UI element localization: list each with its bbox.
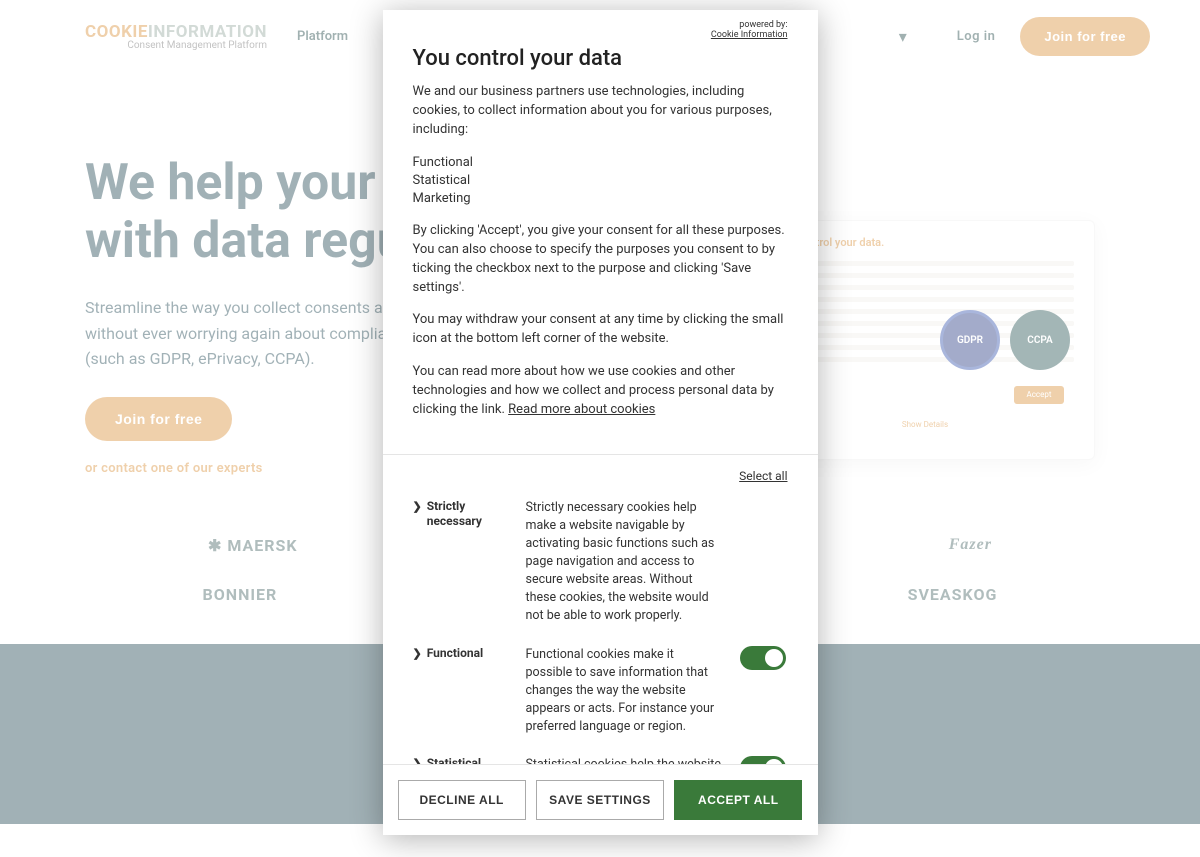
category-desc: Statistical cookies help the website own…: [526, 756, 722, 764]
category-functional: ❯Functional Functional cookies make it p…: [383, 636, 818, 747]
select-all-link[interactable]: Select all: [383, 455, 818, 489]
category-toggle-expand[interactable]: ❯Statistical: [413, 756, 508, 764]
category-desc: Strictly necessary cookies help make a w…: [526, 499, 722, 626]
chevron-right-icon: ❯: [413, 647, 422, 661]
powered-by: powered by: Cookie Information: [383, 10, 818, 46]
accept-notice: By clicking 'Accept', you give your cons…: [413, 222, 788, 297]
withdraw-notice: You may withdraw your consent at any tim…: [413, 311, 788, 349]
category-strictly-necessary: ❯Strictly necessary Strictly necessary c…: [383, 489, 818, 636]
modal-overlay: powered by: Cookie Information You contr…: [0, 0, 1200, 857]
statistical-toggle[interactable]: [740, 756, 786, 764]
chevron-right-icon: ❯: [413, 757, 422, 764]
read-more-notice: You can read more about how we use cooki…: [413, 363, 788, 420]
category-toggle-expand[interactable]: ❯Strictly necessary: [413, 499, 508, 626]
category-desc: Functional cookies make it possible to s…: [526, 646, 722, 737]
consent-modal: powered by: Cookie Information You contr…: [383, 10, 818, 835]
chevron-right-icon: ❯: [413, 500, 422, 514]
decline-all-button[interactable]: DECLINE ALL: [398, 780, 526, 820]
modal-footer: DECLINE ALL SAVE SETTINGS ACCEPT ALL: [383, 764, 818, 835]
save-settings-button[interactable]: SAVE SETTINGS: [536, 780, 664, 820]
modal-header: You control your data We and our busines…: [383, 46, 818, 455]
powered-by-link[interactable]: Cookie Information: [711, 30, 788, 40]
accept-all-button[interactable]: ACCEPT ALL: [674, 780, 802, 820]
read-more-link[interactable]: Read more about cookies: [508, 402, 655, 417]
category-statistical: ❯Statistical Statistical cookies help th…: [383, 746, 818, 764]
purpose-list: Functional Statistical Marketing: [413, 154, 788, 209]
modal-title: You control your data: [413, 46, 788, 71]
modal-intro: We and our business partners use technol…: [413, 83, 788, 140]
category-toggle-expand[interactable]: ❯Functional: [413, 646, 508, 737]
functional-toggle[interactable]: [740, 646, 786, 670]
